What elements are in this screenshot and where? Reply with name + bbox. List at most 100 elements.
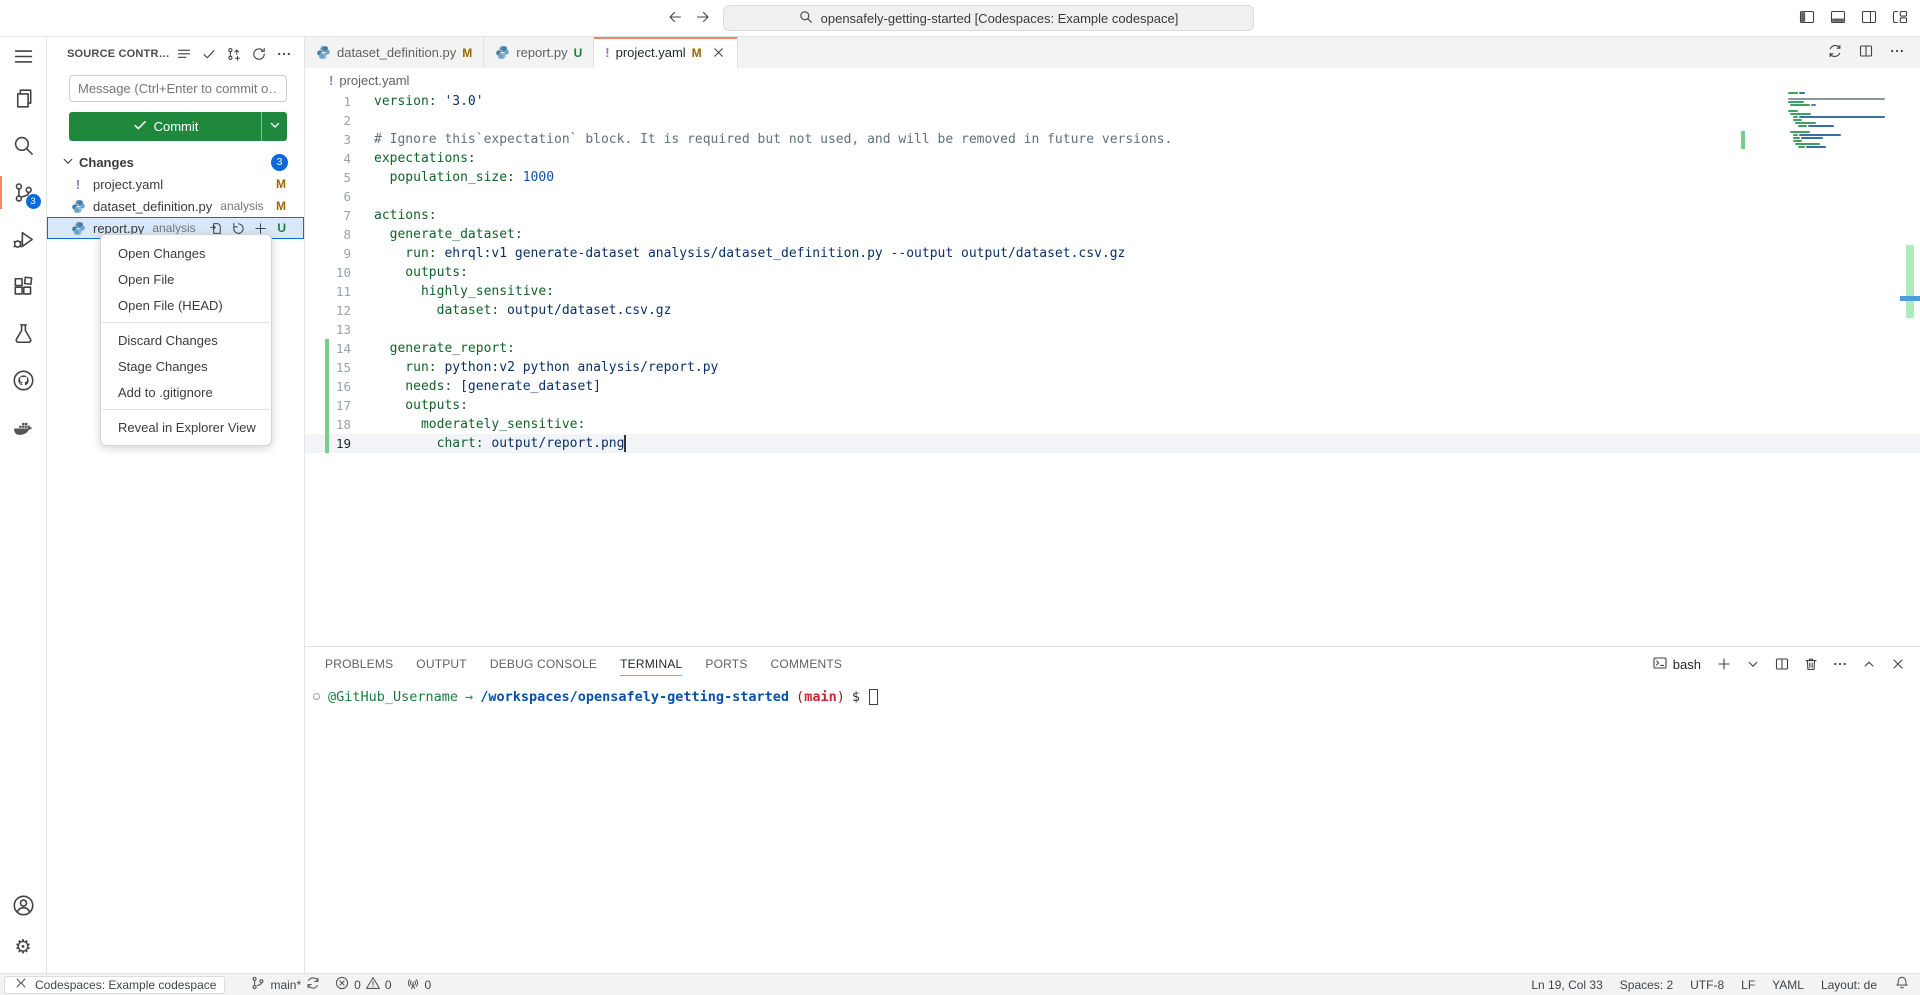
activity-item-run-debug[interactable] (0, 216, 47, 263)
activity-item-search[interactable] (0, 122, 47, 169)
terminal[interactable]: @GitHub_Username → /workspaces/opensafel… (305, 681, 1920, 973)
status-bar: Codespaces: Example codespace main* 0 0 … (0, 973, 1920, 995)
eol[interactable]: LF (1741, 978, 1755, 992)
tab-project.yaml[interactable]: !project.yamlM (594, 37, 737, 68)
panel-tab-debug-console[interactable]: DEBUG CONSOLE (490, 654, 597, 674)
commit-button[interactable]: Commit (69, 112, 287, 141)
code-editor[interactable]: 1version: '3.0'23# Ignore this`expectati… (305, 92, 1920, 646)
code-line-2[interactable]: 2 (305, 111, 1920, 130)
ellipsis-icon[interactable] (276, 46, 292, 62)
menu-item-open-file-head-[interactable]: Open File (HEAD) (101, 292, 271, 318)
activity-item-github[interactable] (0, 357, 47, 404)
customize-layout-icon[interactable] (1892, 9, 1908, 28)
activity-item-menu[interactable] (0, 37, 47, 75)
code-line-6[interactable]: 6 (305, 187, 1920, 206)
trash-icon[interactable] (1803, 656, 1819, 672)
panel-tab-terminal[interactable]: TERMINAL (620, 654, 682, 674)
encoding[interactable]: UTF-8 (1690, 978, 1724, 992)
chevron-up-icon[interactable] (1861, 656, 1877, 672)
chevron-down-icon[interactable] (1745, 656, 1761, 672)
command-center-search[interactable]: opensafely-getting-started [Codespaces: … (723, 5, 1254, 31)
code-line-14[interactable]: 14 generate_report: (305, 339, 1920, 358)
terminal-shell-label[interactable]: bash (1652, 655, 1701, 674)
code-line-16[interactable]: 16 needs: [generate_dataset] (305, 377, 1920, 396)
change-row-project.yaml[interactable]: !project.yamlM (47, 173, 304, 195)
menu-item-discard-changes[interactable]: Discard Changes (101, 327, 271, 353)
code-line-17[interactable]: 17 outputs: (305, 396, 1920, 415)
split-icon[interactable] (1774, 656, 1790, 672)
activity-item-testing[interactable] (0, 310, 47, 357)
minimap-line (1788, 98, 1885, 100)
refresh-icon[interactable] (251, 46, 267, 62)
more-actions-icon[interactable] (1889, 43, 1905, 62)
close-icon[interactable] (711, 45, 726, 60)
code-line-8[interactable]: 8 generate_dataset: (305, 225, 1920, 244)
open-changes-icon[interactable] (1827, 43, 1843, 62)
code-line-11[interactable]: 11 highly_sensitive: (305, 282, 1920, 301)
change-row-dataset_definition.py[interactable]: dataset_definition.pyanalysisM (47, 195, 304, 217)
ellipsis-icon[interactable] (1832, 656, 1848, 672)
ports-status[interactable]: 0 (405, 975, 432, 994)
minimap[interactable] (1788, 92, 1890, 242)
toggle-sidebar-right-icon[interactable] (1861, 9, 1877, 28)
activity-item-explorer[interactable] (0, 75, 47, 122)
commit-dropdown-button[interactable] (261, 112, 287, 141)
command-decoration-icon (313, 693, 320, 700)
git-status-badge: M (692, 46, 702, 60)
notifications-bell[interactable] (1894, 975, 1910, 994)
tab-report.py[interactable]: report.pyU (484, 37, 594, 68)
menu-item-open-changes[interactable]: Open Changes (101, 240, 271, 266)
code-line-3[interactable]: 3# Ignore this`expectation` block. It is… (305, 130, 1920, 149)
activity-item-account[interactable] (0, 886, 47, 924)
tab-dataset_definition.py[interactable]: dataset_definition.pyM (305, 37, 484, 68)
language-mode[interactable]: YAML (1772, 978, 1804, 992)
breadcrumb[interactable]: ! project.yaml (305, 68, 1920, 92)
add-icon[interactable] (1716, 656, 1732, 672)
panel-tab-comments[interactable]: COMMENTS (771, 654, 843, 674)
code-line-7[interactable]: 7actions: (305, 206, 1920, 225)
overview-ruler[interactable] (1900, 92, 1920, 646)
close-icon[interactable] (1890, 656, 1906, 672)
forward-button[interactable] (695, 9, 711, 28)
activity-item-source-control[interactable]: 3 (0, 169, 47, 216)
menu-item-reveal-in-explorer-view[interactable]: Reveal in Explorer View (101, 414, 271, 440)
panel-tab-problems[interactable]: PROBLEMS (325, 654, 393, 674)
graph-icon[interactable] (226, 46, 242, 62)
code-text: expectations: (374, 149, 476, 168)
code-line-1[interactable]: 1version: '3.0' (305, 92, 1920, 111)
indentation[interactable]: Spaces: 2 (1620, 978, 1673, 992)
activity-item-settings[interactable]: ⚙ (0, 924, 47, 971)
split-editor-icon[interactable] (1858, 43, 1874, 62)
cursor-position[interactable]: Ln 19, Col 33 (1531, 978, 1602, 992)
branch-status[interactable]: main* (250, 975, 321, 994)
menu-item-add-to-gitignore[interactable]: Add to .gitignore (101, 379, 271, 405)
panel-tab-output[interactable]: OUTPUT (416, 654, 467, 674)
back-button[interactable] (667, 9, 683, 28)
menu-item-stage-changes[interactable]: Stage Changes (101, 353, 271, 379)
git-status-badge: M (462, 46, 472, 60)
changes-section-header[interactable]: Changes 3 (47, 151, 304, 173)
code-text: actions: (374, 206, 437, 225)
toggle-sidebar-left-icon[interactable] (1799, 9, 1815, 28)
code-line-4[interactable]: 4expectations: (305, 149, 1920, 168)
code-line-19[interactable]: 19 chart: output/report.png (305, 434, 1920, 453)
code-line-13[interactable]: 13 (305, 320, 1920, 339)
check-icon[interactable] (201, 46, 217, 62)
code-line-15[interactable]: 15 run: python:v2 python analysis/report… (305, 358, 1920, 377)
toggle-panel-icon[interactable] (1830, 9, 1846, 28)
code-line-18[interactable]: 18 moderately_sensitive: (305, 415, 1920, 434)
layout-status[interactable]: Layout: de (1821, 978, 1877, 992)
activity-item-docker[interactable] (0, 404, 47, 451)
panel-tab-ports[interactable]: PORTS (705, 654, 747, 674)
remote-indicator[interactable]: Codespaces: Example codespace (4, 976, 225, 994)
code-line-10[interactable]: 10 outputs: (305, 263, 1920, 282)
activity-item-extensions[interactable] (0, 263, 47, 310)
search-text: opensafely-getting-started [Codespaces: … (821, 11, 1179, 26)
commit-message-input[interactable] (69, 75, 287, 102)
code-line-9[interactable]: 9 run: ehrql:v1 generate-dataset analysi… (305, 244, 1920, 263)
problems-status[interactable]: 0 0 (334, 975, 391, 994)
view-list-icon[interactable] (176, 46, 192, 62)
code-line-5[interactable]: 5 population_size: 1000 (305, 168, 1920, 187)
menu-item-open-file[interactable]: Open File (101, 266, 271, 292)
code-line-12[interactable]: 12 dataset: output/dataset.csv.gz (305, 301, 1920, 320)
